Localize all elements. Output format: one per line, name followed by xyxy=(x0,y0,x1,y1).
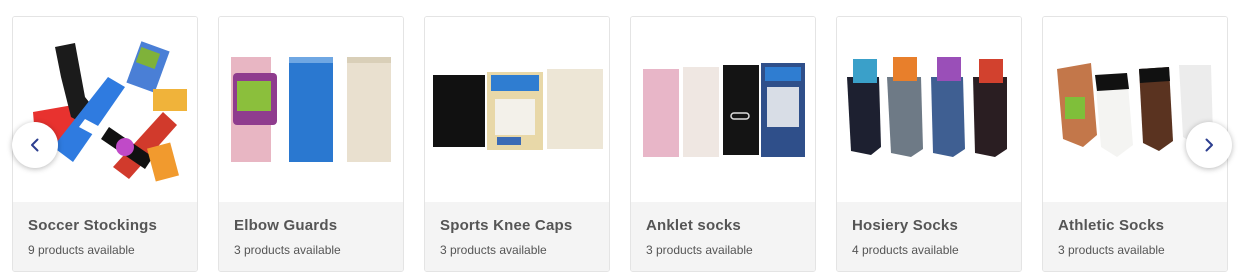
category-card-sports-knee-caps[interactable]: Sports Knee Caps 3 products available xyxy=(424,16,610,272)
carousel-prev-button[interactable] xyxy=(12,122,58,168)
card-footer: Athletic Socks 3 products available xyxy=(1043,202,1227,271)
product-image[interactable] xyxy=(837,17,1021,202)
athletic-socks-image xyxy=(1057,63,1213,157)
card-footer: Anklet socks 3 products available xyxy=(631,202,815,271)
product-image[interactable] xyxy=(425,17,609,202)
elbow-guards-image xyxy=(231,57,391,162)
card-title[interactable]: Soccer Stockings xyxy=(28,217,197,234)
category-card-elbow-guards[interactable]: Elbow Guards 3 products available xyxy=(218,16,404,272)
category-card-hosiery-socks[interactable]: Hosiery Socks 4 products available xyxy=(836,16,1022,272)
category-carousel: Soccer Stockings 9 products available El… xyxy=(0,0,1244,278)
chevron-left-icon xyxy=(31,138,39,152)
card-product-count: 3 products available xyxy=(234,243,341,257)
product-image[interactable] xyxy=(631,17,815,202)
card-footer: Sports Knee Caps 3 products available xyxy=(425,202,609,271)
card-product-count: 4 products available xyxy=(852,243,959,257)
soccer-stockings-image xyxy=(33,41,187,182)
product-image[interactable] xyxy=(1043,17,1227,202)
card-title[interactable]: Hosiery Socks xyxy=(852,217,1021,234)
card-product-count: 3 products available xyxy=(1058,243,1165,257)
chevron-right-icon xyxy=(1205,138,1213,152)
card-product-count: 9 products available xyxy=(28,243,135,257)
product-image[interactable] xyxy=(13,17,197,202)
card-footer: Soccer Stockings 9 products available xyxy=(13,202,197,271)
card-title[interactable]: Athletic Socks xyxy=(1058,217,1227,234)
knee-caps-image xyxy=(433,69,603,150)
card-product-count: 3 products available xyxy=(646,243,753,257)
card-title[interactable]: Anklet socks xyxy=(646,217,815,234)
product-image[interactable] xyxy=(219,17,403,202)
category-card-anklet-socks[interactable]: Anklet socks 3 products available xyxy=(630,16,816,272)
card-product-count: 3 products available xyxy=(440,243,547,257)
hosiery-socks-image xyxy=(847,57,1007,157)
card-footer: Hosiery Socks 4 products available xyxy=(837,202,1021,271)
carousel-next-button[interactable] xyxy=(1186,122,1232,168)
card-title[interactable]: Elbow Guards xyxy=(234,217,403,234)
anklet-socks-image xyxy=(643,63,805,157)
card-title[interactable]: Sports Knee Caps xyxy=(440,217,609,234)
card-footer: Elbow Guards 3 products available xyxy=(219,202,403,271)
